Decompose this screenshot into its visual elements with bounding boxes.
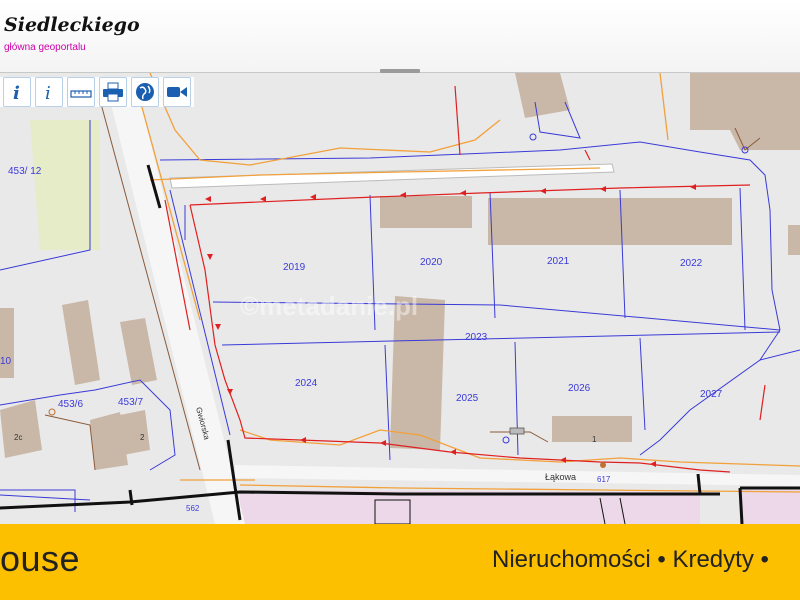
- utility-symbol: [509, 427, 525, 435]
- map-canvas[interactable]: ©metadanie.pl 453/ 12 2019 2020 2021 202…: [0, 73, 800, 524]
- home-link[interactable]: główna geoportalu: [4, 42, 86, 53]
- building-number: 2: [140, 433, 145, 442]
- video-button[interactable]: [163, 77, 191, 107]
- globe-icon: [136, 83, 154, 101]
- info-bold-icon: i: [13, 83, 20, 102]
- info-icon: i: [45, 83, 51, 102]
- video-camera-icon: [167, 87, 187, 97]
- banner-tagline: Nieruchomości • Kredyty •: [492, 546, 769, 573]
- parcel-label: 2027: [700, 389, 723, 400]
- printer-icon: [103, 82, 123, 102]
- measure-button[interactable]: [67, 77, 95, 107]
- parcel-label: 453/ 12: [8, 166, 42, 177]
- map-view[interactable]: ©metadanie.pl 453/ 12 2019 2020 2021 202…: [0, 73, 800, 524]
- parcel-label: 10: [0, 356, 12, 367]
- page-title: Siedleckiego: [4, 14, 140, 36]
- info-button[interactable]: i: [35, 77, 63, 107]
- info-pointer-button[interactable]: i: [3, 77, 31, 107]
- parcel-label: 2020: [420, 257, 443, 268]
- parcel-label: 453/6: [58, 399, 83, 410]
- parcel-label: 562: [186, 504, 200, 513]
- parcel-label: 2022: [680, 258, 703, 269]
- street-name-lakowa: Łąkowa: [545, 472, 576, 482]
- svg-text:i: i: [13, 83, 20, 102]
- ruler-icon: [70, 90, 92, 98]
- parcel-label: 453/7: [118, 397, 143, 408]
- parcel-label: 2024: [295, 378, 318, 389]
- parcel-label: 2023: [465, 332, 488, 343]
- parcel-label: 2025: [456, 393, 479, 404]
- app-header: Siedleckiego główna geoportalu: [0, 0, 800, 73]
- building-number: 1: [592, 435, 597, 444]
- print-button[interactable]: [99, 77, 127, 107]
- building-number: 2c: [14, 433, 22, 442]
- watermark: ©metadanie.pl: [240, 291, 418, 321]
- pink-area-right: [740, 490, 800, 524]
- promo-banner: ouse Nieruchomości • Kredyty •: [0, 524, 800, 600]
- globe-button[interactable]: [131, 77, 159, 107]
- svg-text:i: i: [45, 83, 51, 102]
- parcel-label: 2026: [568, 383, 591, 394]
- parcel-label: 2021: [547, 256, 570, 267]
- brand-logo-text: ouse: [0, 538, 81, 579]
- parcel-label: 617: [597, 475, 611, 484]
- point-marker-orange: [600, 462, 606, 468]
- map-toolbar: i i: [0, 77, 194, 107]
- parcel-label: 2019: [283, 262, 306, 273]
